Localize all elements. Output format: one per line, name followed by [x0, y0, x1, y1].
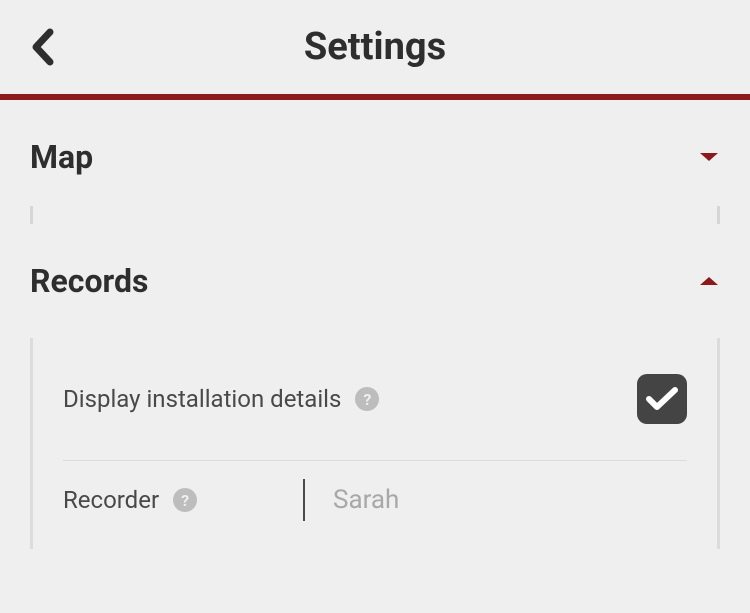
header: Settings [0, 0, 750, 100]
section-map: Map [0, 100, 750, 224]
chevron-left-icon [30, 28, 54, 66]
section-map-title: Map [30, 138, 93, 176]
content: Map Records Display installation details [0, 100, 750, 549]
display-details-label: Display installation details [63, 385, 341, 413]
row-recorder: Recorder ? [63, 461, 687, 549]
recorder-input-wrap [305, 485, 687, 515]
check-icon [645, 385, 679, 413]
row-left: Display installation details ? [63, 385, 379, 413]
recorder-label: Recorder [63, 486, 159, 514]
row-display-installation-details: Display installation details ? [63, 338, 687, 461]
caret-down-icon [698, 150, 720, 164]
row-left: Recorder ? [63, 485, 303, 515]
section-records-header[interactable]: Records [30, 224, 720, 318]
display-details-checkbox[interactable] [637, 374, 687, 424]
section-records-body: Display installation details ? Recorder … [30, 338, 720, 549]
recorder-input[interactable] [333, 485, 687, 515]
page-title: Settings [304, 25, 446, 69]
help-icon[interactable]: ? [355, 387, 379, 411]
caret-up-icon [698, 274, 720, 288]
help-icon[interactable]: ? [173, 488, 197, 512]
section-records: Records Display installation details ? [0, 224, 750, 549]
section-records-title: Records [30, 262, 148, 300]
section-map-header[interactable]: Map [30, 100, 720, 194]
back-button[interactable] [30, 28, 54, 66]
section-map-body [30, 206, 720, 224]
